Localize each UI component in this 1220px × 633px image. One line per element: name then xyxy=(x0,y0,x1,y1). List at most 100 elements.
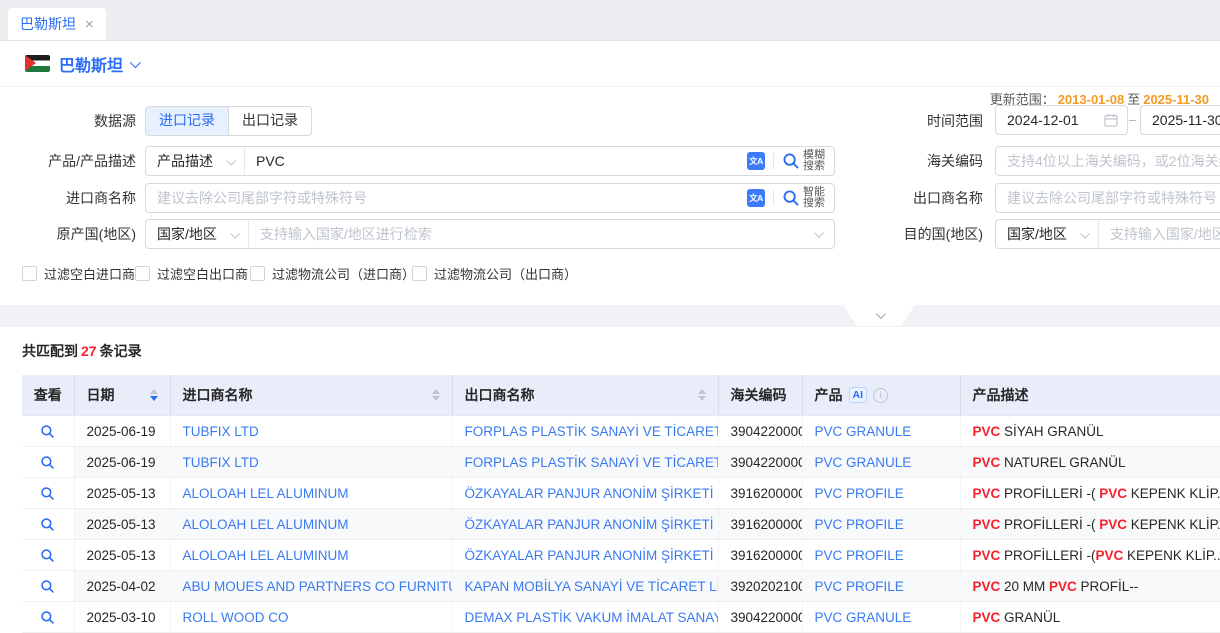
filter-checkbox[interactable]: 过滤空白出口商 xyxy=(135,264,248,283)
sort-control-importer[interactable] xyxy=(424,389,440,401)
exporter-link[interactable]: ÖZKAYALAR PANJUR ANONİM ŞİRKETİ xyxy=(452,509,718,540)
date-cell: 2025-06-19 xyxy=(74,447,170,478)
ai-badge: AI xyxy=(849,387,868,403)
exporter-link[interactable]: FORPLAS PLASTİK SANAYİ VE TİCARET LİMİ..… xyxy=(452,447,718,478)
importer-input[interactable]: 建议去除公司尾部字符或特殊符号 xyxy=(146,188,367,208)
exporter-input[interactable]: 建议去除公司尾部字符或特殊符号 xyxy=(995,183,1220,213)
origin-country-select-value: 国家/地区 xyxy=(157,224,217,244)
view-record-button[interactable] xyxy=(22,540,74,571)
tab-import-records[interactable]: 进口记录 xyxy=(146,107,229,135)
fuzzy-search-button[interactable]: 模糊搜索 xyxy=(782,150,834,173)
importer-link[interactable]: ABU MOUES AND PARTNERS CO FURNITURE xyxy=(170,571,452,602)
keyword-highlight: PVC xyxy=(1096,548,1124,563)
date-cell: 2025-06-19 xyxy=(74,416,170,447)
destination-country-label: 目的国(地区) xyxy=(853,219,983,249)
checkbox-icon[interactable] xyxy=(412,266,427,281)
origin-country-label: 原产国(地区) xyxy=(0,219,136,249)
checkbox-icon[interactable] xyxy=(22,266,37,281)
view-record-button[interactable] xyxy=(22,478,74,509)
smart-search-button[interactable]: 智能搜索 xyxy=(782,187,834,210)
column-header-exporter: 出口商名称 xyxy=(452,375,718,416)
sort-desc-icon[interactable] xyxy=(432,396,440,401)
translate-icon[interactable]: 文A xyxy=(747,189,765,207)
view-record-button[interactable] xyxy=(22,447,74,478)
product-link[interactable]: PVC GRANULE xyxy=(802,602,960,633)
exporter-link[interactable]: DEMAX PLASTİK VAKUM İMALAT SANAYİ V... xyxy=(452,602,718,633)
importer-link[interactable]: ROLL WOOD CO xyxy=(170,602,452,633)
view-icon xyxy=(40,548,55,563)
sort-desc-icon[interactable] xyxy=(698,396,706,401)
column-header-label: 产品 xyxy=(815,385,843,405)
filter-checkbox-label: 过滤空白进口商 xyxy=(44,264,135,283)
collapse-panel-button[interactable] xyxy=(843,305,915,326)
hs-code-cell: 3916200000 xyxy=(718,509,802,540)
filter-checkbox[interactable]: 过滤物流公司（进口商） xyxy=(250,264,415,283)
keyword-highlight: PVC xyxy=(1099,486,1127,501)
column-header-label: 出口商名称 xyxy=(465,385,535,405)
date-range-separator: – xyxy=(1129,105,1136,135)
product-link[interactable]: PVC PROFILE xyxy=(802,571,960,602)
description-text: SİYAH GRANÜL xyxy=(1000,424,1103,439)
origin-country-input[interactable]: 支持输入国家/地区进行检索 xyxy=(249,224,432,244)
destination-country-input[interactable]: 支持输入国家/地区进行 xyxy=(1099,224,1220,244)
product-link[interactable]: PVC PROFILE xyxy=(802,478,960,509)
product-field-select[interactable]: 产品描述 xyxy=(146,147,245,175)
product-link[interactable]: PVC GRANULE xyxy=(802,447,960,478)
close-icon[interactable]: × xyxy=(85,17,94,32)
exporter-link[interactable]: ÖZKAYALAR PANJUR ANONİM ŞİRKETİ xyxy=(452,540,718,571)
date-start-input[interactable]: 2024-12-01 xyxy=(995,105,1128,135)
data-source-label: 数据源 xyxy=(0,107,136,135)
view-record-button[interactable] xyxy=(22,571,74,602)
product-search-box: 产品描述 PVC 文A 模糊搜索 xyxy=(145,146,835,176)
description-text: 20 MM xyxy=(1000,579,1049,594)
view-record-button[interactable] xyxy=(22,602,74,633)
filter-checkbox-label: 过滤物流公司（出口商） xyxy=(434,264,577,283)
description-text: KEPENK KLİP... xyxy=(1127,517,1220,532)
importer-link[interactable]: ALOLOAH LEL ALUMINUM xyxy=(170,540,452,571)
product-field-select-value: 产品描述 xyxy=(157,151,213,171)
view-record-button[interactable] xyxy=(22,416,74,447)
chevron-down-icon[interactable] xyxy=(130,56,141,67)
sort-control-exporter[interactable] xyxy=(690,389,706,401)
info-icon[interactable] xyxy=(873,388,888,403)
tab-palestine[interactable]: 巴勒斯坦 × xyxy=(8,8,106,40)
destination-country-select[interactable]: 国家/地区 xyxy=(996,220,1099,248)
keyword-highlight: PVC xyxy=(1099,517,1127,532)
sort-asc-icon[interactable] xyxy=(698,389,706,394)
view-record-button[interactable] xyxy=(22,509,74,540)
translate-icon[interactable]: 文A xyxy=(747,152,765,170)
importer-link[interactable]: ALOLOAH LEL ALUMINUM xyxy=(170,478,452,509)
view-icon xyxy=(40,486,55,501)
product-link[interactable]: PVC PROFILE xyxy=(802,509,960,540)
exporter-link[interactable]: FORPLAS PLASTİK SANAYİ VE TİCARET LİMİ..… xyxy=(452,416,718,447)
filter-checkbox[interactable]: 过滤物流公司（出口商） xyxy=(412,264,577,283)
product-link[interactable]: PVC PROFILE xyxy=(802,540,960,571)
checkbox-icon[interactable] xyxy=(135,266,150,281)
importer-label: 进口商名称 xyxy=(0,183,136,213)
exporter-link[interactable]: KAPAN MOBİLYA SANAYİ VE TİCARET LİMİT... xyxy=(452,571,718,602)
filter-checkbox[interactable]: 过滤空白进口商 xyxy=(22,264,135,283)
hs-code-label: 海关编码 xyxy=(853,146,983,176)
search-icon xyxy=(782,189,800,207)
product-link[interactable]: PVC GRANULE xyxy=(802,416,960,447)
exporter-link[interactable]: ÖZKAYALAR PANJUR ANONİM ŞİRKETİ xyxy=(452,478,718,509)
product-description-cell: PVC PROFİLLERİ -( PVC KEPENK KLİP... xyxy=(960,509,1220,540)
checkbox-icon[interactable] xyxy=(250,266,265,281)
origin-country-select[interactable]: 国家/地区 xyxy=(146,220,249,248)
sort-asc-icon[interactable] xyxy=(150,389,158,394)
calendar-icon xyxy=(1104,113,1118,127)
tab-title: 巴勒斯坦 xyxy=(20,14,76,34)
sort-asc-icon[interactable] xyxy=(432,389,440,394)
hs-code-input[interactable]: 支持4位以上海关编码，或2位海关编码加 xyxy=(995,146,1220,176)
keyword-highlight: PVC xyxy=(973,517,1001,532)
sort-desc-icon[interactable] xyxy=(150,396,158,401)
product-input[interactable]: PVC xyxy=(245,153,285,169)
tab-export-records[interactable]: 出口记录 xyxy=(229,107,311,135)
date-end-input[interactable]: 2025-11-30 xyxy=(1140,105,1220,135)
importer-link[interactable]: TUBFIX LTD xyxy=(170,416,452,447)
importer-link[interactable]: ALOLOAH LEL ALUMINUM xyxy=(170,509,452,540)
hs-code-cell: 3904220000 xyxy=(718,447,802,478)
importer-link[interactable]: TUBFIX LTD xyxy=(170,447,452,478)
results-section: 共匹配到27条记录 查看 日期 进口商名称 出口商名称 xyxy=(0,341,1220,633)
sort-control-date[interactable] xyxy=(142,389,158,401)
